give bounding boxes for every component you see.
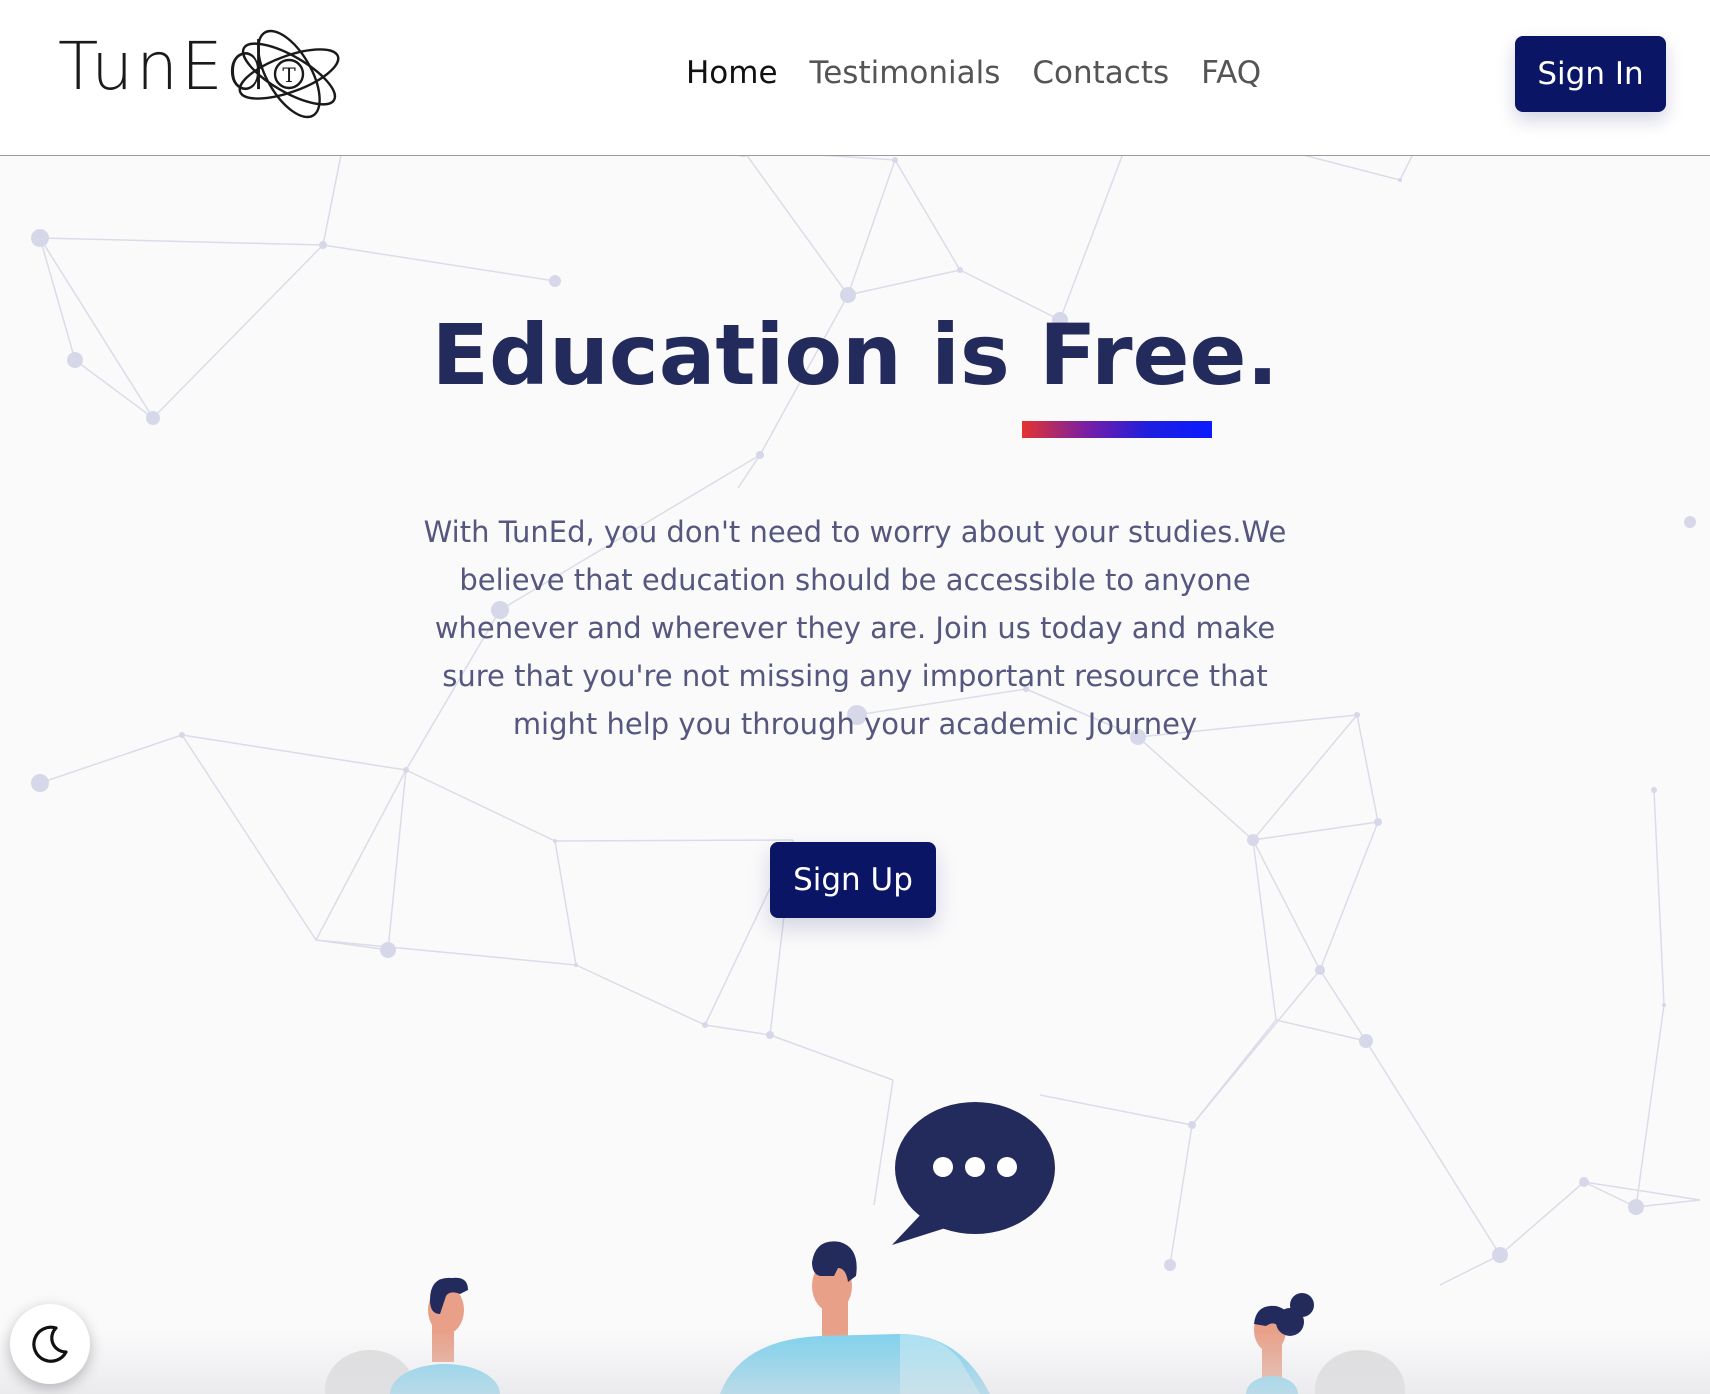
- title-underline: [1022, 421, 1212, 438]
- atom-icon: T: [238, 29, 340, 119]
- dark-mode-toggle[interactable]: [10, 1304, 90, 1384]
- sign-in-button[interactable]: Sign In: [1515, 36, 1666, 112]
- page: TunEd T Home Testimonials Contacts FAQ S…: [0, 0, 1710, 1394]
- hero-description: With TunEd, you don't need to worry abou…: [423, 515, 1287, 741]
- hero-title: Education is Free.: [431, 306, 1279, 404]
- nav-item-home[interactable]: Home: [686, 50, 778, 96]
- logo-letter: T: [282, 63, 296, 87]
- site-header: TunEd T Home Testimonials Contacts FAQ S…: [0, 0, 1710, 156]
- nav-item-faq[interactable]: FAQ: [1201, 50, 1261, 96]
- bottom-fade: [0, 1330, 1710, 1394]
- nav-item-contacts[interactable]: Contacts: [1032, 50, 1169, 96]
- moon-icon: [32, 1325, 68, 1363]
- sign-up-button[interactable]: Sign Up: [770, 842, 936, 918]
- nav-item-testimonials[interactable]: Testimonials: [810, 50, 1001, 96]
- logo[interactable]: TunEd T: [58, 22, 348, 132]
- main-nav: Home Testimonials Contacts FAQ: [686, 50, 1261, 96]
- speech-bubble-icon: [892, 1102, 1055, 1245]
